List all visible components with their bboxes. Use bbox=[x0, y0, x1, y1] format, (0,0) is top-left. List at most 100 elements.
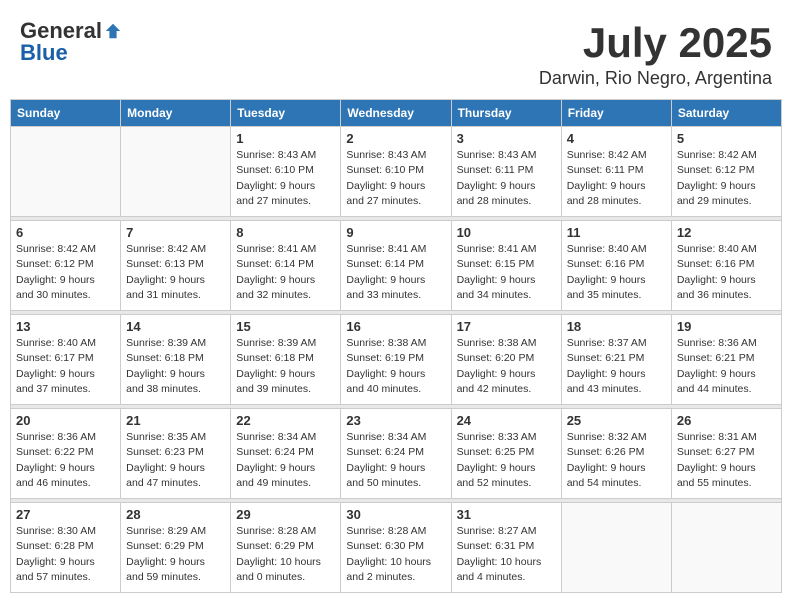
day-info: Sunrise: 8:28 AM Sunset: 6:29 PM Dayligh… bbox=[236, 524, 335, 585]
calendar-table: SundayMondayTuesdayWednesdayThursdayFrid… bbox=[10, 99, 782, 593]
title-area: July 2025 Darwin, Rio Negro, Argentina bbox=[539, 20, 772, 89]
day-number: 12 bbox=[677, 225, 776, 240]
day-info: Sunrise: 8:42 AM Sunset: 6:12 PM Dayligh… bbox=[16, 242, 115, 303]
day-info: Sunrise: 8:42 AM Sunset: 6:13 PM Dayligh… bbox=[126, 242, 225, 303]
day-number: 17 bbox=[457, 319, 556, 334]
calendar-cell: 16 Sunrise: 8:38 AM Sunset: 6:19 PM Dayli… bbox=[341, 315, 451, 405]
calendar-cell: 25 Sunrise: 8:32 AM Sunset: 6:26 PM Dayli… bbox=[561, 409, 671, 499]
calendar-cell: 21 Sunrise: 8:35 AM Sunset: 6:23 PM Dayli… bbox=[121, 409, 231, 499]
day-number: 21 bbox=[126, 413, 225, 428]
calendar-cell: 5 Sunrise: 8:42 AM Sunset: 6:12 PM Daylig… bbox=[671, 127, 781, 217]
calendar-week-row: 1 Sunrise: 8:43 AM Sunset: 6:10 PM Daylig… bbox=[11, 127, 782, 217]
calendar-cell: 2Sunrise: 8:43 AM Sunset: 6:10 PM Daylig… bbox=[341, 127, 451, 217]
day-info: Sunrise: 8:39 AM Sunset: 6:18 PM Dayligh… bbox=[236, 336, 335, 397]
day-number: 3 bbox=[457, 131, 556, 146]
day-number: 1 bbox=[236, 131, 335, 146]
day-info: Sunrise: 8:40 AM Sunset: 6:16 PM Dayligh… bbox=[567, 242, 666, 303]
calendar-cell: 1 Sunrise: 8:43 AM Sunset: 6:10 PM Daylig… bbox=[231, 127, 341, 217]
day-info: Sunrise: 8:40 AM Sunset: 6:16 PM Dayligh… bbox=[677, 242, 776, 303]
calendar-cell: 12 Sunrise: 8:40 AM Sunset: 6:16 PM Dayli… bbox=[671, 221, 781, 311]
calendar-cell: 13 Sunrise: 8:40 AM Sunset: 6:17 PM Dayli… bbox=[11, 315, 121, 405]
day-info: Sunrise: 8:35 AM Sunset: 6:23 PM Dayligh… bbox=[126, 430, 225, 491]
day-number: 27 bbox=[16, 507, 115, 522]
calendar-cell: 18 Sunrise: 8:37 AM Sunset: 6:21 PM Dayli… bbox=[561, 315, 671, 405]
day-number: 11 bbox=[567, 225, 666, 240]
day-info: Sunrise: 8:34 AM Sunset: 6:24 PM Dayligh… bbox=[236, 430, 335, 491]
day-number: 5 bbox=[677, 131, 776, 146]
day-number: 7 bbox=[126, 225, 225, 240]
day-info: Sunrise: 8:38 AM Sunset: 6:20 PM Dayligh… bbox=[457, 336, 556, 397]
day-number: 8 bbox=[236, 225, 335, 240]
day-info: Sunrise: 8:40 AM Sunset: 6:17 PM Dayligh… bbox=[16, 336, 115, 397]
calendar-week-row: 20 Sunrise: 8:36 AM Sunset: 6:22 PM Dayli… bbox=[11, 409, 782, 499]
calendar-cell: 15 Sunrise: 8:39 AM Sunset: 6:18 PM Dayli… bbox=[231, 315, 341, 405]
day-number: 4 bbox=[567, 131, 666, 146]
day-info: Sunrise: 8:36 AM Sunset: 6:21 PM Dayligh… bbox=[677, 336, 776, 397]
day-info: Sunrise: 8:42 AM Sunset: 6:11 PM Dayligh… bbox=[567, 148, 666, 209]
day-number: 26 bbox=[677, 413, 776, 428]
day-number: 6 bbox=[16, 225, 115, 240]
day-info: Sunrise: 8:27 AM Sunset: 6:31 PM Dayligh… bbox=[457, 524, 556, 585]
calendar-cell: 27 Sunrise: 8:30 AM Sunset: 6:28 PM Dayli… bbox=[11, 503, 121, 593]
column-header-thursday: Thursday bbox=[451, 100, 561, 127]
calendar-cell: 7 Sunrise: 8:42 AM Sunset: 6:13 PM Daylig… bbox=[121, 221, 231, 311]
day-info: Sunrise: 8:30 AM Sunset: 6:28 PM Dayligh… bbox=[16, 524, 115, 585]
day-number: 19 bbox=[677, 319, 776, 334]
calendar-week-row: 13 Sunrise: 8:40 AM Sunset: 6:17 PM Dayli… bbox=[11, 315, 782, 405]
day-info: Sunrise: 8:32 AM Sunset: 6:26 PM Dayligh… bbox=[567, 430, 666, 491]
calendar-cell: 26 Sunrise: 8:31 AM Sunset: 6:27 PM Dayli… bbox=[671, 409, 781, 499]
calendar-cell: 30Sunrise: 8:28 AM Sunset: 6:30 PM Dayli… bbox=[341, 503, 451, 593]
day-number: 23 bbox=[346, 413, 445, 428]
day-number: 14 bbox=[126, 319, 225, 334]
calendar-cell: 6 Sunrise: 8:42 AM Sunset: 6:12 PM Daylig… bbox=[11, 221, 121, 311]
calendar-cell: 17 Sunrise: 8:38 AM Sunset: 6:20 PM Dayli… bbox=[451, 315, 561, 405]
day-number: 15 bbox=[236, 319, 335, 334]
day-number: 13 bbox=[16, 319, 115, 334]
logo-blue-text: Blue bbox=[20, 42, 68, 64]
day-info: Sunrise: 8:37 AM Sunset: 6:21 PM Dayligh… bbox=[567, 336, 666, 397]
column-header-sunday: Sunday bbox=[11, 100, 121, 127]
day-number: 10 bbox=[457, 225, 556, 240]
calendar-cell: 9 Sunrise: 8:41 AM Sunset: 6:14 PM Daylig… bbox=[341, 221, 451, 311]
day-info: Sunrise: 8:29 AM Sunset: 6:29 PM Dayligh… bbox=[126, 524, 225, 585]
day-number: 9 bbox=[346, 225, 445, 240]
day-info: Sunrise: 8:39 AM Sunset: 6:18 PM Dayligh… bbox=[126, 336, 225, 397]
calendar-cell: 31 Sunrise: 8:27 AM Sunset: 6:31 PM Dayli… bbox=[451, 503, 561, 593]
location-subtitle: Darwin, Rio Negro, Argentina bbox=[539, 68, 772, 89]
day-info: Sunrise: 8:38 AM Sunset: 6:19 PM Dayligh… bbox=[346, 336, 445, 397]
day-info: Sunrise: 8:43 AM Sunset: 6:10 PM Dayligh… bbox=[236, 148, 335, 209]
day-number: 25 bbox=[567, 413, 666, 428]
calendar-cell bbox=[671, 503, 781, 593]
day-info: Sunrise: 8:34 AM Sunset: 6:24 PM Dayligh… bbox=[346, 430, 445, 491]
calendar-cell: 11 Sunrise: 8:40 AM Sunset: 6:16 PM Dayli… bbox=[561, 221, 671, 311]
day-info: Sunrise: 8:31 AM Sunset: 6:27 PM Dayligh… bbox=[677, 430, 776, 491]
day-info: Sunrise: 8:43 AM Sunset: 6:10 PM Dayligh… bbox=[346, 148, 445, 209]
day-info: Sunrise: 8:41 AM Sunset: 6:14 PM Dayligh… bbox=[346, 242, 445, 303]
calendar-week-row: 6 Sunrise: 8:42 AM Sunset: 6:12 PM Daylig… bbox=[11, 221, 782, 311]
day-number: 31 bbox=[457, 507, 556, 522]
calendar-cell bbox=[121, 127, 231, 217]
day-number: 20 bbox=[16, 413, 115, 428]
logo-general-text: General bbox=[20, 20, 102, 42]
day-number: 29 bbox=[236, 507, 335, 522]
calendar-cell: 14 Sunrise: 8:39 AM Sunset: 6:18 PM Dayli… bbox=[121, 315, 231, 405]
day-number: 18 bbox=[567, 319, 666, 334]
calendar-header-row: SundayMondayTuesdayWednesdayThursdayFrid… bbox=[11, 100, 782, 127]
column-header-monday: Monday bbox=[121, 100, 231, 127]
day-info: Sunrise: 8:41 AM Sunset: 6:14 PM Dayligh… bbox=[236, 242, 335, 303]
calendar-cell: 23 Sunrise: 8:34 AM Sunset: 6:24 PM Dayli… bbox=[341, 409, 451, 499]
day-number: 30 bbox=[346, 507, 445, 522]
day-info: Sunrise: 8:36 AM Sunset: 6:22 PM Dayligh… bbox=[16, 430, 115, 491]
day-info: Sunrise: 8:42 AM Sunset: 6:12 PM Dayligh… bbox=[677, 148, 776, 209]
day-info: Sunrise: 8:43 AM Sunset: 6:11 PM Dayligh… bbox=[457, 148, 556, 209]
day-number: 16 bbox=[346, 319, 445, 334]
calendar-cell: 20 Sunrise: 8:36 AM Sunset: 6:22 PM Dayli… bbox=[11, 409, 121, 499]
day-info: Sunrise: 8:33 AM Sunset: 6:25 PM Dayligh… bbox=[457, 430, 556, 491]
header: General Blue July 2025 Darwin, Rio Negro… bbox=[10, 10, 782, 94]
logo: General Blue bbox=[20, 20, 122, 64]
calendar-cell bbox=[561, 503, 671, 593]
day-info: Sunrise: 8:41 AM Sunset: 6:15 PM Dayligh… bbox=[457, 242, 556, 303]
calendar-cell: 8 Sunrise: 8:41 AM Sunset: 6:14 PM Daylig… bbox=[231, 221, 341, 311]
logo-icon bbox=[104, 22, 122, 40]
calendar-cell: 10 Sunrise: 8:41 AM Sunset: 6:15 PM Dayli… bbox=[451, 221, 561, 311]
